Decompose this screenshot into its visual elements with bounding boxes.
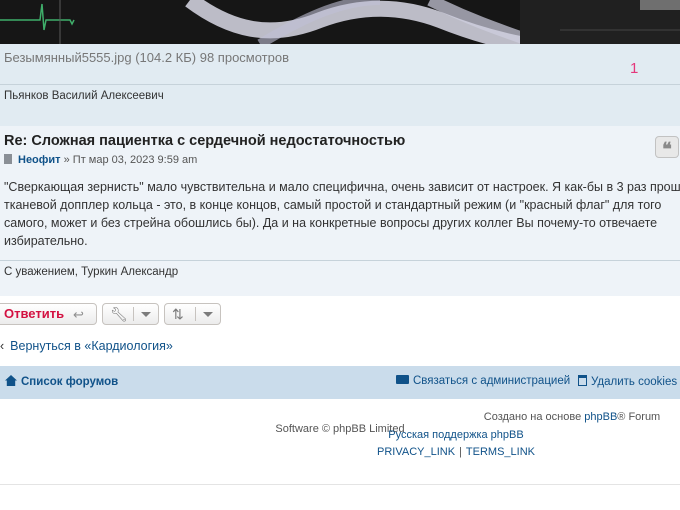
button-divider — [133, 307, 134, 321]
delete-cookies-link[interactable]: Удалить cookies — [578, 375, 677, 388]
powered-prefix: Создано на основе — [483, 411, 585, 423]
attachment-caption: Безымянный5555.jpg (104.2 КБ) 98 просмот… — [4, 50, 290, 65]
reply-button-label: Ответить — [4, 306, 65, 321]
post-body-line: избирательно. — [4, 234, 88, 248]
wrench-icon: 🔧︎ — [110, 306, 128, 322]
post-document-icon[interactable] — [4, 154, 12, 164]
reply-arrow-icon: ↩ — [73, 307, 84, 322]
post-body-line: тканевой допплер кольца - это, в конце к… — [4, 198, 662, 212]
reply-button[interactable]: Ответить ↩ — [0, 303, 97, 325]
back-link-label: Вернуться в «Кардиология» — [10, 339, 173, 353]
topic-tools-dropdown[interactable]: 🔧︎ — [102, 303, 159, 325]
post-body-line: самого, может и без стрейна обошлись бы)… — [4, 216, 658, 230]
sort-icon: ⇅ — [172, 306, 184, 322]
post-signature: С уважением, Туркин Александр — [4, 266, 179, 278]
meta-separator: » — [60, 154, 73, 166]
attachment-image[interactable] — [0, 0, 680, 44]
signature-divider — [0, 260, 680, 261]
footer-separator: | — [459, 446, 462, 458]
chevron-down-icon — [203, 312, 213, 317]
page-marker: 1 — [630, 60, 639, 77]
phpbb-link[interactable]: phpBB — [584, 411, 617, 423]
trash-icon — [578, 375, 587, 386]
quote-button[interactable]: ❝ — [655, 136, 679, 160]
sort-dropdown[interactable]: ⇅ — [164, 303, 221, 325]
envelope-icon — [396, 375, 409, 384]
forum-index-label: Список форумов — [21, 376, 119, 388]
post-author[interactable]: Неофит — [18, 154, 61, 166]
contact-admin-label: Связаться с администрацией — [413, 375, 571, 387]
home-icon — [5, 375, 17, 386]
signature-divider — [0, 84, 680, 85]
chevron-left-icon: ‹ — [0, 339, 5, 353]
delete-cookies-label: Удалить cookies — [591, 376, 678, 388]
post-title[interactable]: Re: Сложная пациентка с сердечной недост… — [4, 133, 405, 149]
ecg-image-fragment — [0, 0, 680, 44]
forum-index-link[interactable]: Список форумов — [5, 375, 118, 388]
chevron-down-icon — [141, 312, 151, 317]
post-date: Пт мар 03, 2023 9:59 am — [72, 154, 198, 166]
button-divider — [195, 307, 196, 321]
previous-post-signature: Пьянков Василий Алексеевич — [4, 90, 164, 102]
russian-support-link[interactable]: Русская поддержка phpBB — [0, 429, 680, 441]
back-to-forum-link[interactable]: ‹ Вернуться в «Кардиология» — [0, 339, 173, 353]
post-body: "Сверкающая зернисть" мало чувствительна… — [4, 178, 680, 250]
post-body-line: "Сверкающая зернисть" мало чувствительна… — [4, 180, 680, 194]
contact-admin-link[interactable]: Связаться с администрацией — [396, 375, 570, 387]
terms-link[interactable]: TERMS_LINK — [466, 446, 535, 458]
post-meta: Неофит » Пт мар 03, 2023 9:59 am — [4, 154, 197, 166]
quote-icon: ❝ — [662, 139, 672, 160]
footer-divider — [0, 484, 680, 485]
legal-links: PRIVACY_LINK | TERMS_LINK — [0, 446, 680, 458]
privacy-link[interactable]: PRIVACY_LINK — [377, 446, 455, 458]
